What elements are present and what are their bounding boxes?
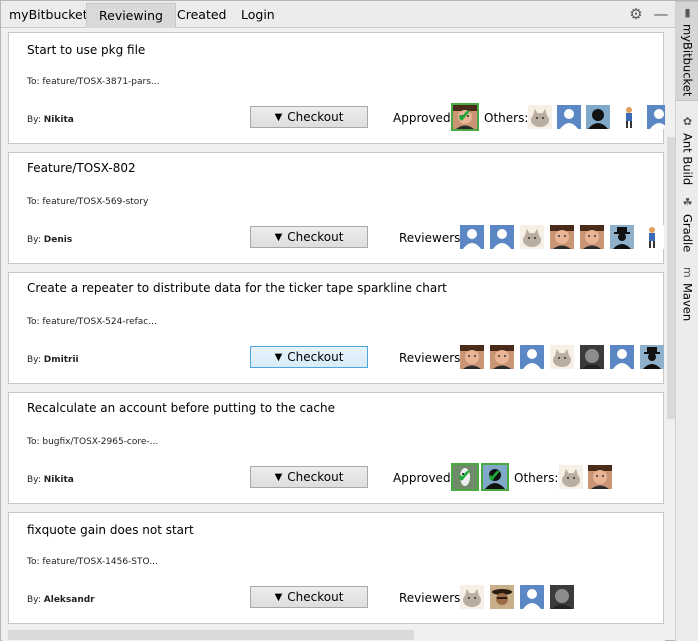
checkout-button[interactable]: ▼ Checkout	[250, 346, 368, 368]
avatar[interactable]	[617, 105, 641, 129]
approved-label: Approved:	[393, 111, 455, 125]
avatar[interactable]	[490, 345, 514, 369]
checkout-button[interactable]: ▼ Checkout	[250, 226, 368, 248]
reviewers-label: Reviewers:	[399, 231, 465, 245]
tool-window-sidebar: ▮ myBitbucket ✿ Ant Build ☘ Gradle m Maven	[675, 1, 698, 641]
maven-icon: m	[681, 267, 694, 278]
pr-author: By: Denis	[27, 235, 73, 245]
pr-target-branch: To: feature/TOSX-524-refac...	[27, 317, 157, 327]
avatar[interactable]	[520, 345, 544, 369]
avatar[interactable]	[580, 225, 604, 249]
avatar[interactable]	[610, 345, 634, 369]
reviewers-label: Reviewers:	[399, 591, 465, 605]
horizontal-scrollbar-thumb[interactable]	[8, 630, 414, 640]
pr-author: By: Nikita	[27, 115, 74, 125]
dropdown-arrow-icon: ▼	[274, 351, 283, 363]
gear-icon[interactable]: ⚙	[627, 5, 645, 23]
avatar[interactable]	[640, 225, 664, 249]
pr-title: fixquote gain does not start	[27, 523, 194, 537]
dropdown-arrow-icon: ▼	[274, 231, 283, 243]
sidebar-tab-maven[interactable]: m Maven	[676, 265, 698, 323]
sidebar-tab-gradle[interactable]: ☘ Gradle	[676, 195, 698, 253]
avatar[interactable]	[490, 225, 514, 249]
avatar[interactable]	[610, 225, 634, 249]
pull-request-card: fixquote gain does not start To: feature…	[8, 512, 664, 624]
sidebar-tab-label: myBitbucket	[680, 23, 695, 97]
avatar[interactable]	[559, 465, 583, 489]
avatar[interactable]	[588, 465, 612, 489]
bucket-icon: ▮	[681, 5, 694, 19]
avatar[interactable]	[550, 345, 574, 369]
minimize-icon[interactable]: —	[652, 5, 670, 23]
pull-request-card: Feature/TOSX-802 To: feature/TOSX-569-st…	[8, 152, 664, 264]
dropdown-arrow-icon: ▼	[274, 471, 283, 483]
ant-icon: ✿	[681, 114, 694, 128]
pr-author: By: Nikita	[27, 475, 74, 485]
pr-title: Start to use pkg file	[27, 43, 146, 57]
pr-title: Recalculate an account before putting to…	[27, 401, 335, 415]
avatar[interactable]	[490, 585, 514, 609]
avatar-approved[interactable]: ✔	[481, 463, 509, 491]
pr-target-branch: To: feature/TOSX-569-story	[27, 197, 149, 207]
avatar[interactable]	[460, 225, 484, 249]
tab-created[interactable]: Created	[165, 3, 238, 28]
avatar[interactable]	[550, 225, 574, 249]
pull-request-card: Recalculate an account before putting to…	[8, 392, 664, 504]
pr-target-branch: To: bugfix/TOSX-2965-core-...	[27, 437, 159, 447]
sidebar-tab-label: Ant Build	[680, 132, 695, 186]
vertical-scrollbar-thumb[interactable]	[667, 137, 675, 419]
gradle-icon: ☘	[681, 195, 694, 209]
approved-check-icon: ✔	[487, 466, 503, 487]
checkout-button[interactable]: ▼ Checkout	[250, 586, 368, 608]
approved-check-icon: ✔	[457, 466, 473, 487]
avatar[interactable]	[550, 585, 574, 609]
avatar[interactable]	[586, 105, 610, 129]
avatar[interactable]	[528, 105, 552, 129]
avatar[interactable]	[647, 105, 665, 129]
avatar[interactable]	[580, 345, 604, 369]
avatar[interactable]	[557, 105, 581, 129]
others-label: Others:	[484, 111, 529, 125]
sidebar-tab-mybitbucket[interactable]: ▮ myBitbucket	[676, 1, 698, 101]
avatar[interactable]	[520, 585, 544, 609]
tab-reviewing[interactable]: Reviewing	[86, 3, 176, 28]
tab-login[interactable]: Login	[229, 3, 287, 28]
tool-window-title: myBitbucket:	[9, 7, 92, 22]
sidebar-tab-label: Gradle	[680, 213, 695, 253]
tool-window-header: myBitbucket: Reviewing Created Login ⚙ —	[1, 1, 675, 28]
pr-target-branch: To: feature/TOSX-3871-pars...	[27, 77, 160, 87]
checkout-button[interactable]: ▼ Checkout	[250, 106, 368, 128]
avatar[interactable]	[640, 345, 664, 369]
dropdown-arrow-icon: ▼	[274, 591, 283, 603]
tool-window: myBitbucket: Reviewing Created Login ⚙ —…	[0, 0, 698, 641]
sidebar-tab-label: Maven	[680, 282, 695, 321]
avatar[interactable]	[460, 585, 484, 609]
reviewers-label: Reviewers:	[399, 351, 465, 365]
pr-author: By: Dmitrii	[27, 355, 79, 365]
pr-target-branch: To: feature/TOSX-1456-STO...	[27, 557, 158, 567]
pull-request-card: Create a repeater to distribute data for…	[8, 272, 664, 384]
others-label: Others:	[514, 471, 559, 485]
avatar-approved[interactable]: ✔	[451, 463, 479, 491]
pr-title: Create a repeater to distribute data for…	[27, 281, 447, 295]
pull-request-card: Start to use pkg file To: feature/TOSX-3…	[8, 32, 665, 144]
pr-title: Feature/TOSX-802	[27, 161, 136, 175]
pr-author: By: Aleksandr	[27, 595, 95, 605]
dropdown-arrow-icon: ▼	[274, 111, 283, 123]
checkout-button[interactable]: ▼ Checkout	[250, 466, 368, 488]
avatar-approved[interactable]: ✔	[451, 103, 479, 131]
pull-request-list[interactable]: Start to use pkg file To: feature/TOSX-3…	[2, 29, 665, 629]
avatar[interactable]	[520, 225, 544, 249]
approved-check-icon: ✔	[457, 106, 473, 127]
sidebar-tab-ant-build[interactable]: ✿ Ant Build	[676, 115, 698, 185]
approved-label: Approved:	[393, 471, 455, 485]
avatar[interactable]	[460, 345, 484, 369]
